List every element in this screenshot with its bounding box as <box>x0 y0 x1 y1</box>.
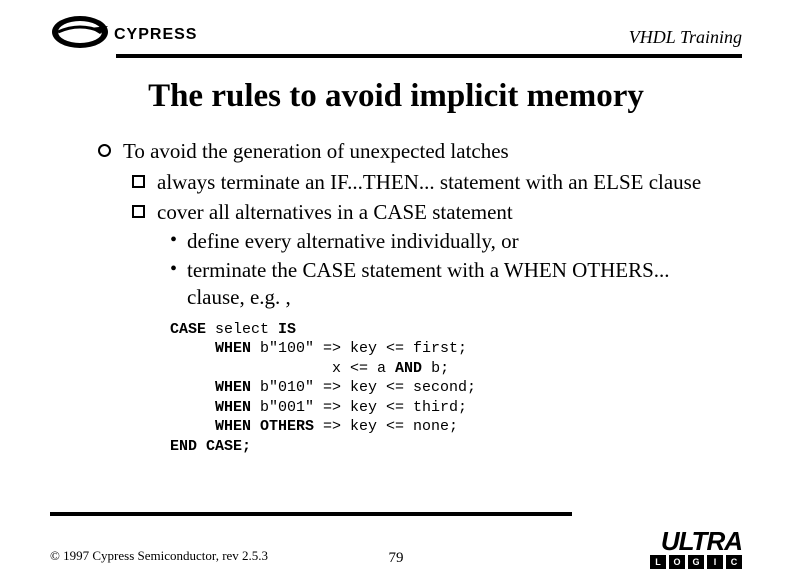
bullet-text: define every alternative individually, o… <box>187 228 519 255</box>
header-divider <box>116 54 742 58</box>
bullet-text: cover all alternatives in a CASE stateme… <box>157 199 513 226</box>
code-keyword: WHEN <box>170 379 251 396</box>
dot-bullet-icon: • <box>170 228 177 252</box>
ultra-letter: G <box>688 555 704 569</box>
bullet-level2: always terminate an IF...THEN... stateme… <box>132 169 732 196</box>
dot-bullet-icon: • <box>170 257 177 281</box>
cypress-logo: CYPRESS <box>50 14 197 50</box>
ultra-letter: I <box>707 555 723 569</box>
cypress-logo-icon <box>50 14 110 50</box>
ultra-letter: O <box>669 555 685 569</box>
code-text: b; <box>422 360 449 377</box>
slide-title: The rules to avoid implicit memory <box>0 78 792 115</box>
code-text: select <box>206 321 278 338</box>
code-text: x <= a <box>170 360 395 377</box>
code-keyword: IS <box>278 321 296 338</box>
header: CYPRESS VHDL Training <box>50 14 742 50</box>
bullet-level2: cover all alternatives in a CASE stateme… <box>132 199 732 226</box>
bullet-text: terminate the CASE statement with a WHEN… <box>187 257 732 312</box>
code-keyword: AND <box>395 360 422 377</box>
code-text: b"010" => key <= second; <box>251 379 476 396</box>
code-text: => key <= none; <box>314 418 458 435</box>
square-bullet-icon <box>132 205 145 218</box>
ultra-logo-text: ULTRA <box>650 526 742 557</box>
ultra-letter: L <box>650 555 666 569</box>
square-bullet-icon <box>132 175 145 188</box>
ultra-logo-subtext: L O G I C <box>650 555 742 569</box>
ultra-logo: ULTRA L O G I C <box>650 526 742 569</box>
code-keyword: WHEN <box>170 399 251 416</box>
code-text: b"100" => key <= first; <box>251 340 467 357</box>
circle-bullet-icon <box>98 144 111 157</box>
code-keyword: WHEN OTHERS <box>170 418 314 435</box>
ultra-letter: C <box>726 555 742 569</box>
bullet-level1: To avoid the generation of unexpected la… <box>98 138 732 165</box>
code-text: b"001" => key <= third; <box>251 399 467 416</box>
bullet-level3: • define every alternative individually,… <box>170 228 732 255</box>
code-keyword: END CASE; <box>170 438 251 455</box>
code-keyword: CASE <box>170 321 206 338</box>
code-keyword: WHEN <box>170 340 251 357</box>
cypress-logo-text: CYPRESS <box>114 26 197 44</box>
code-example: CASE select IS WHEN b"100" => key <= fir… <box>170 320 732 457</box>
footer-divider <box>50 512 572 516</box>
content-area: To avoid the generation of unexpected la… <box>98 138 732 456</box>
slide: CYPRESS VHDL Training The rules to avoid… <box>0 0 792 562</box>
page-number: 79 <box>389 550 404 567</box>
bullet-text: To avoid the generation of unexpected la… <box>123 138 509 165</box>
bullet-text: always terminate an IF...THEN... stateme… <box>157 169 701 196</box>
bullet-level3: • terminate the CASE statement with a WH… <box>170 257 732 312</box>
header-title: VHDL Training <box>629 27 742 48</box>
